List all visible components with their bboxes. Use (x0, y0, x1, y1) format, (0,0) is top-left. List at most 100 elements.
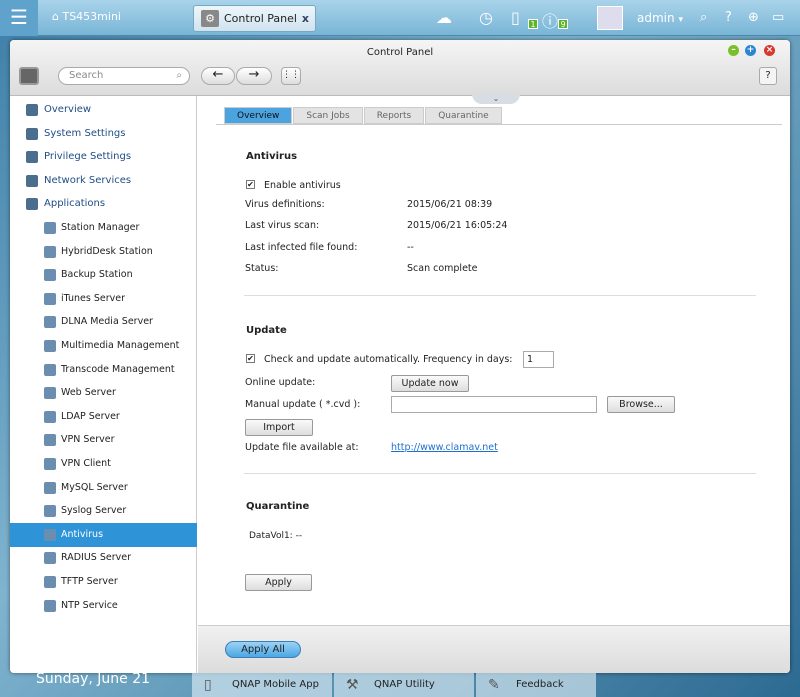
vpn-client-icon (44, 458, 56, 470)
avatar[interactable] (597, 6, 623, 30)
sidebar-toggle-button[interactable] (19, 67, 39, 85)
sidebar-item-radius-server[interactable]: RADIUS Server (10, 546, 197, 570)
sidebar-item-network-services[interactable]: Network Services (10, 169, 197, 193)
forward-button[interactable]: → (236, 67, 272, 85)
browse-button[interactable]: Browse... (607, 396, 675, 413)
tab-scan-jobs[interactable]: Scan Jobs (293, 107, 363, 124)
sidebar-item-hybriddesk-station[interactable]: HybridDesk Station (10, 240, 197, 264)
auto-update-label: Check and update automatically. Frequenc… (264, 354, 513, 365)
tab-quarantine[interactable]: Quarantine (425, 107, 502, 124)
main-menu-button[interactable]: ☰ (0, 0, 38, 36)
enable-antivirus-checkbox[interactable]: ✔ (246, 180, 255, 189)
sidebar-item-ntp-service[interactable]: NTP Service (10, 594, 197, 618)
update-file-label: Update file available at: (245, 442, 359, 453)
close-icon[interactable]: × (764, 45, 775, 56)
sidebar-item-label: Multimedia Management (61, 340, 180, 351)
nas-name: TS453mini (62, 10, 121, 23)
tab-reports[interactable]: Reports (363, 107, 425, 124)
notification-icon[interactable]: ⓘ (542, 8, 558, 32)
radius-server-icon (44, 552, 56, 565)
status-value: Scan complete (407, 263, 478, 274)
dock-qnap-utility[interactable]: ⚒ QNAP Utility (334, 673, 474, 697)
sidebar-item-mysql-server[interactable]: MySQL Server (10, 476, 197, 500)
sidebar-item-label: RADIUS Server (61, 552, 131, 564)
sidebar-item-antivirus[interactable]: Antivirus (10, 522, 197, 547)
sidebar-item-syslog-server[interactable]: Syslog Server (10, 499, 197, 523)
sidebar-item-label: LDAP Server (61, 410, 120, 422)
device-icon[interactable]: ▯ (511, 8, 520, 27)
system-settings-icon (26, 127, 38, 140)
collapse-toggle[interactable]: ⌄ (472, 94, 520, 104)
ntp-service-icon (44, 599, 56, 612)
update-now-button[interactable]: Update now (391, 375, 469, 392)
search-placeholder: Search (69, 70, 104, 81)
sidebar-item-applications[interactable]: Applications (10, 192, 197, 216)
manual-update-file-input[interactable] (391, 396, 597, 413)
sidebar-item-overview[interactable]: Overview (10, 98, 197, 122)
sidebar-item-label: Overview (44, 104, 92, 115)
dock-qnap-mobile-app[interactable]: ▯ QNAP Mobile App (192, 673, 332, 697)
desktop-icon[interactable]: ▭ (772, 10, 784, 25)
top-bar: ☰ ⌂ TS453mini ⚙ Control Panel x ☁ ◷ ▯ 1 ⓘ … (0, 0, 800, 36)
quarantine-volume: DataVol1: -- (249, 531, 303, 541)
close-tab-icon[interactable]: x (302, 6, 309, 31)
update-heading: Update (246, 325, 287, 336)
apply-all-button[interactable]: Apply All (225, 641, 301, 658)
sidebar-item-tftp-server[interactable]: TFTP Server (10, 570, 197, 594)
language-icon[interactable]: ⊕ (748, 10, 759, 25)
back-button[interactable]: ← (201, 67, 235, 85)
sidebar-item-vpn-client[interactable]: VPN Client (10, 452, 197, 476)
tab-control-panel[interactable]: ⚙ Control Panel x (193, 5, 316, 32)
sidebar-item-label: iTunes Server (61, 292, 126, 304)
tftp-server-icon (44, 576, 56, 588)
sidebar-item-label: Backup Station (61, 269, 133, 281)
tab-overview[interactable]: Overview (224, 107, 293, 124)
last-scan-label: Last virus scan: (245, 220, 320, 231)
cloud-icon[interactable]: ☁ (436, 8, 452, 27)
search-input[interactable]: Search ⌕ (58, 67, 190, 85)
sidebar-item-privilege-settings[interactable]: Privilege Settings (10, 145, 197, 169)
sidebar-item-label: TFTP Server (61, 576, 118, 587)
mysql-server-icon (44, 481, 56, 494)
backup-station-icon (44, 269, 56, 282)
sidebar-item-label: HybridDesk Station (61, 245, 153, 257)
sidebar-item-label: System Settings (44, 127, 126, 139)
clamav-link[interactable]: http://www.clamav.net (391, 442, 498, 453)
tab-label: Control Panel (224, 12, 297, 25)
maximize-icon[interactable]: + (745, 45, 756, 56)
main-content: ⌄ Overview Scan Jobs Reports Quarantine Ant… (198, 94, 790, 673)
sidebar-item-vpn-server[interactable]: VPN Server (10, 428, 197, 452)
sidebar-item-station-manager[interactable]: Station Manager (10, 216, 197, 240)
dock-feedback[interactable]: ✎ Feedback (476, 673, 596, 697)
auto-update-checkbox[interactable]: ✔ (246, 354, 255, 363)
user-menu[interactable]: admin ▾ (637, 11, 683, 25)
sidebar-item-system-settings[interactable]: System Settings (10, 122, 197, 146)
notification-badge: 9 (558, 19, 568, 29)
search-icon[interactable]: ⌕ (700, 10, 707, 25)
home-button[interactable]: ⌂ TS453mini (52, 10, 121, 23)
help-button[interactable]: ? (759, 67, 777, 85)
import-button[interactable]: Import (245, 419, 313, 436)
sidebar-item-dlna-media-server[interactable]: DLNA Media Server (10, 310, 197, 334)
overview-icon (26, 104, 38, 116)
divider (244, 473, 756, 474)
frequency-input[interactable]: 1 (523, 351, 554, 368)
apply-button[interactable]: Apply (245, 574, 312, 591)
dock-label: QNAP Mobile App (232, 679, 319, 690)
syslog-server-icon (44, 505, 56, 518)
minimize-icon[interactable]: – (728, 45, 739, 56)
control-panel-icon: ⚙ (201, 10, 219, 27)
sidebar-item-web-server[interactable]: Web Server (10, 381, 197, 405)
sidebar-item-itunes-server[interactable]: iTunes Server (10, 287, 197, 311)
sidebar-item-transcode-management[interactable]: Transcode Management (10, 358, 197, 382)
edit-icon: ✎ (488, 677, 500, 693)
sidebar-item-label: Applications (44, 198, 106, 210)
sidebar-item-ldap-server[interactable]: LDAP Server (10, 405, 197, 429)
apps-grid-button[interactable]: ⋮⋮ (281, 67, 301, 85)
sidebar-item-label: VPN Client (61, 458, 111, 469)
sidebar-item-backup-station[interactable]: Backup Station (10, 263, 197, 287)
clock-icon[interactable]: ◷ (479, 8, 493, 27)
control-panel-window: Control Panel – + × Search ⌕ ← → ⋮⋮ ? Ove… (10, 40, 790, 673)
sidebar-item-multimedia-management[interactable]: Multimedia Management (10, 334, 197, 358)
help-icon[interactable]: ? (725, 10, 732, 25)
